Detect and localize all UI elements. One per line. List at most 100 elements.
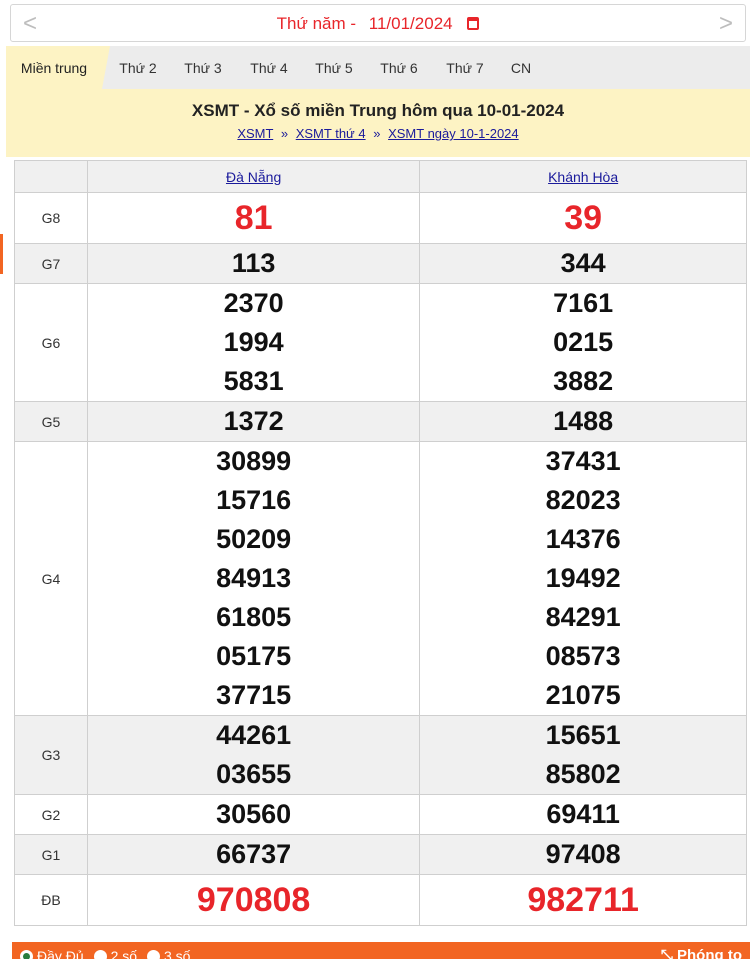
result-number: 5831 xyxy=(223,366,284,396)
tab-cn[interactable]: CN xyxy=(499,46,543,89)
table-row: G6 2370 1994 5831 7161 0215 3882 xyxy=(14,283,747,402)
radio-icon xyxy=(146,950,160,959)
prize-label: G7 xyxy=(14,243,88,284)
result-cell-da-nang: 66737 xyxy=(86,834,421,875)
tab-thu-6[interactable]: Thứ 6 xyxy=(368,46,430,89)
date-value: 11/01/2024 xyxy=(368,14,453,33)
result-number: 30560 xyxy=(216,799,292,829)
breadcrumb-xsmt-thu-4[interactable]: XSMT thứ 4 xyxy=(296,126,366,141)
tab-thu-7[interactable]: Thứ 7 xyxy=(434,46,496,89)
left-accent-strip xyxy=(0,234,3,274)
result-number: 1372 xyxy=(223,406,284,436)
result-cell-khanh-hoa: 97408 xyxy=(419,834,747,875)
result-number: 37715 xyxy=(216,680,292,710)
result-cell-da-nang: 2370 1994 5831 xyxy=(86,283,421,402)
tab-mien-trung[interactable]: Miền trung xyxy=(6,46,110,89)
province-header-khanh-hoa: Khánh Hòa xyxy=(419,160,747,193)
tab-thu-3[interactable]: Thứ 3 xyxy=(172,46,234,89)
breadcrumb-xsmt-ngay[interactable]: XSMT ngày 10-1-2024 xyxy=(388,126,519,141)
zoom-label: Phóng to xyxy=(677,947,742,959)
result-number: 970808 xyxy=(196,881,311,919)
option-3-label: 3 số xyxy=(163,948,191,959)
table-row: G7 113 344 xyxy=(14,243,747,284)
result-cell-da-nang: 81 xyxy=(86,192,421,244)
result-number: 344 xyxy=(560,248,606,278)
next-day-icon[interactable]: > xyxy=(719,10,733,38)
result-number: 03655 xyxy=(216,759,292,789)
table-header-row: Đà Nẵng Khánh Hòa xyxy=(14,160,747,193)
result-number: 19492 xyxy=(545,563,621,593)
tab-thu-2[interactable]: Thứ 2 xyxy=(107,46,169,89)
result-number: 50209 xyxy=(216,524,292,554)
result-cell-khanh-hoa: 69411 xyxy=(419,794,747,835)
results-table: Đà Nẵng Khánh Hòa G8 81 39 G7 113 344 G6 2370 19… xyxy=(14,160,747,926)
breadcrumb-separator: » xyxy=(373,126,381,141)
display-options-bar: Đầy Đủ 2 số 3 số ⤡ Phóng to xyxy=(12,942,750,959)
table-row: ĐB 970808 982711 xyxy=(14,874,747,926)
breadcrumb: XSMT » XSMT thứ 4 » XSMT ngày 10-1-2024 xyxy=(6,126,750,141)
result-number: 113 xyxy=(231,248,276,278)
result-cell-khanh-hoa: 982711 xyxy=(419,874,747,926)
prize-label: G1 xyxy=(14,834,88,875)
zoom-button[interactable]: ⤡ Phóng to xyxy=(661,947,742,959)
result-number: 21075 xyxy=(545,680,621,710)
tab-thu-5[interactable]: Thứ 5 xyxy=(303,46,365,89)
prize-label: ĐB xyxy=(14,874,88,926)
result-number: 982711 xyxy=(527,881,639,919)
table-row: G3 44261 03655 15651 85802 xyxy=(14,715,747,795)
result-number: 14376 xyxy=(545,524,621,554)
province-link-da-nang[interactable]: Đà Nẵng xyxy=(226,169,281,185)
option-2-digits[interactable]: 2 số xyxy=(93,948,137,959)
option-3-digits[interactable]: 3 số xyxy=(146,948,191,959)
result-number: 37431 xyxy=(545,446,621,476)
prize-header-cell xyxy=(14,160,88,193)
prize-label: G2 xyxy=(14,794,88,835)
province-header-da-nang: Đà Nẵng xyxy=(86,160,421,193)
result-cell-khanh-hoa: 39 xyxy=(419,192,747,244)
result-number: 0215 xyxy=(553,327,614,357)
result-number: 69411 xyxy=(546,799,620,829)
result-number: 85802 xyxy=(545,759,621,789)
result-number: 66737 xyxy=(216,839,292,869)
result-number: 84291 xyxy=(545,602,621,632)
prize-label: G4 xyxy=(14,441,88,716)
table-row: G1 66737 97408 xyxy=(14,834,747,875)
result-cell-khanh-hoa: 15651 85802 xyxy=(419,715,747,795)
breadcrumb-xsmt[interactable]: XSMT xyxy=(237,126,273,141)
calendar-icon[interactable] xyxy=(467,17,480,30)
prize-label: G3 xyxy=(14,715,88,795)
result-number: 39 xyxy=(564,199,603,237)
table-row: G5 1372 1488 xyxy=(14,401,747,442)
result-cell-khanh-hoa: 37431 82023 14376 19492 84291 08573 21075 xyxy=(419,441,747,716)
table-row: G8 81 39 xyxy=(14,192,747,244)
result-number: 7161 xyxy=(553,288,614,318)
result-cell-khanh-hoa: 344 xyxy=(419,243,747,284)
result-number: 2370 xyxy=(223,288,284,318)
date-navigator: < Thứ năm - 11/01/2024 > xyxy=(10,4,746,42)
radio-selected-icon xyxy=(20,950,33,959)
province-link-khanh-hoa[interactable]: Khánh Hòa xyxy=(548,169,618,185)
tab-thu-4[interactable]: Thứ 4 xyxy=(238,46,300,89)
prize-label: G5 xyxy=(14,401,88,442)
result-number: 1488 xyxy=(553,406,614,436)
table-row: G4 30899 15716 50209 84913 61805 05175 37715 374… xyxy=(14,441,747,716)
result-cell-da-nang: 44261 03655 xyxy=(86,715,421,795)
option-full[interactable]: Đầy Đủ xyxy=(20,948,84,959)
prize-label: G8 xyxy=(14,192,88,244)
day-tabs: Miền trung Thứ 2 Thứ 3 Thứ 4 Thứ 5 Thứ 6… xyxy=(6,46,750,89)
result-cell-da-nang: 1372 xyxy=(86,401,421,442)
option-full-label: Đầy Đủ xyxy=(37,948,84,959)
result-cell-da-nang: 970808 xyxy=(86,874,421,926)
radio-icon xyxy=(93,950,107,959)
result-number: 30899 xyxy=(216,446,292,476)
result-number: 15716 xyxy=(216,485,292,515)
prize-label: G6 xyxy=(14,283,88,402)
digit-options: Đầy Đủ 2 số 3 số xyxy=(20,948,196,959)
result-number: 05175 xyxy=(216,641,292,671)
weekday-label: Thứ năm - xyxy=(276,14,357,33)
result-number: 3882 xyxy=(553,366,614,396)
date-display[interactable]: Thứ năm - 11/01/2024 xyxy=(11,14,745,34)
result-number: 1994 xyxy=(223,327,284,357)
breadcrumb-separator: » xyxy=(280,126,289,141)
result-cell-khanh-hoa: 7161 0215 3882 xyxy=(419,283,747,402)
